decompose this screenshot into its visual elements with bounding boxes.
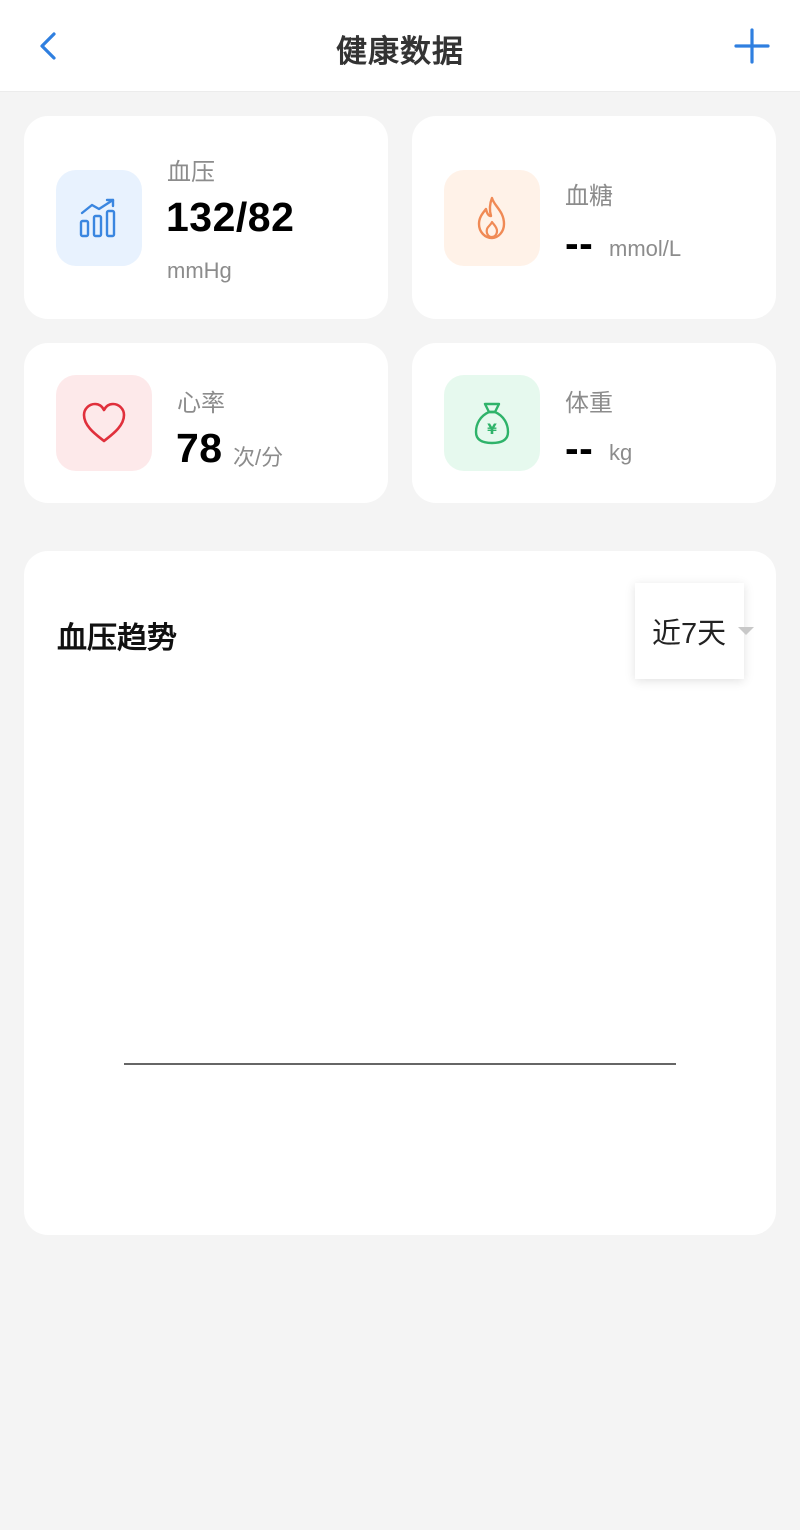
metric-label: 血压 [167, 159, 215, 186]
metric-card-blood-pressure[interactable]: 血压 132/82 mmHg [24, 116, 388, 319]
metric-card-weight[interactable]: ¥ 体重 -- kg [412, 343, 776, 503]
trend-title: 血压趋势 [57, 622, 177, 655]
chart-baseline [124, 1063, 676, 1065]
metric-unit: mmHg [167, 258, 232, 283]
metric-value: 78 [176, 425, 223, 471]
metric-label: 体重 [565, 390, 613, 417]
metric-label: 血糖 [565, 183, 613, 210]
metric-label: 心率 [177, 390, 225, 417]
metric-icon-box: ¥ [444, 375, 540, 471]
heart-icon [82, 402, 126, 443]
plus-icon [734, 28, 770, 64]
metric-icon-box [56, 170, 142, 266]
metric-value: -- [565, 220, 594, 266]
flame-icon [477, 196, 506, 240]
metric-unit: 次/分 [233, 445, 284, 470]
header-bar: 健康数据 [0, 0, 800, 92]
money-bag-icon: ¥ [474, 402, 510, 445]
metric-unit: kg [609, 440, 633, 465]
range-selected-value: 近7天 [652, 618, 727, 650]
add-button[interactable] [726, 20, 778, 72]
metric-value: -- [565, 425, 594, 471]
range-dropdown[interactable]: 近7天 [635, 583, 744, 679]
metric-unit: mmol/L [609, 236, 682, 261]
money-bag-glyph: ¥ [487, 422, 497, 438]
bar-chart-trend-icon [79, 198, 116, 238]
trend-card: 血压趋势 近7天 [24, 551, 776, 1235]
metric-card-blood-sugar[interactable]: 血糖 -- mmol/L [412, 116, 776, 319]
caret-down-icon [738, 627, 754, 635]
metric-card-heart-rate[interactable]: 心率 78 次/分 [24, 343, 388, 503]
page-title: 健康数据 [336, 34, 464, 69]
metric-icon-box [444, 170, 540, 266]
metric-value: 132/82 [166, 194, 295, 240]
metric-icon-box [56, 375, 152, 471]
